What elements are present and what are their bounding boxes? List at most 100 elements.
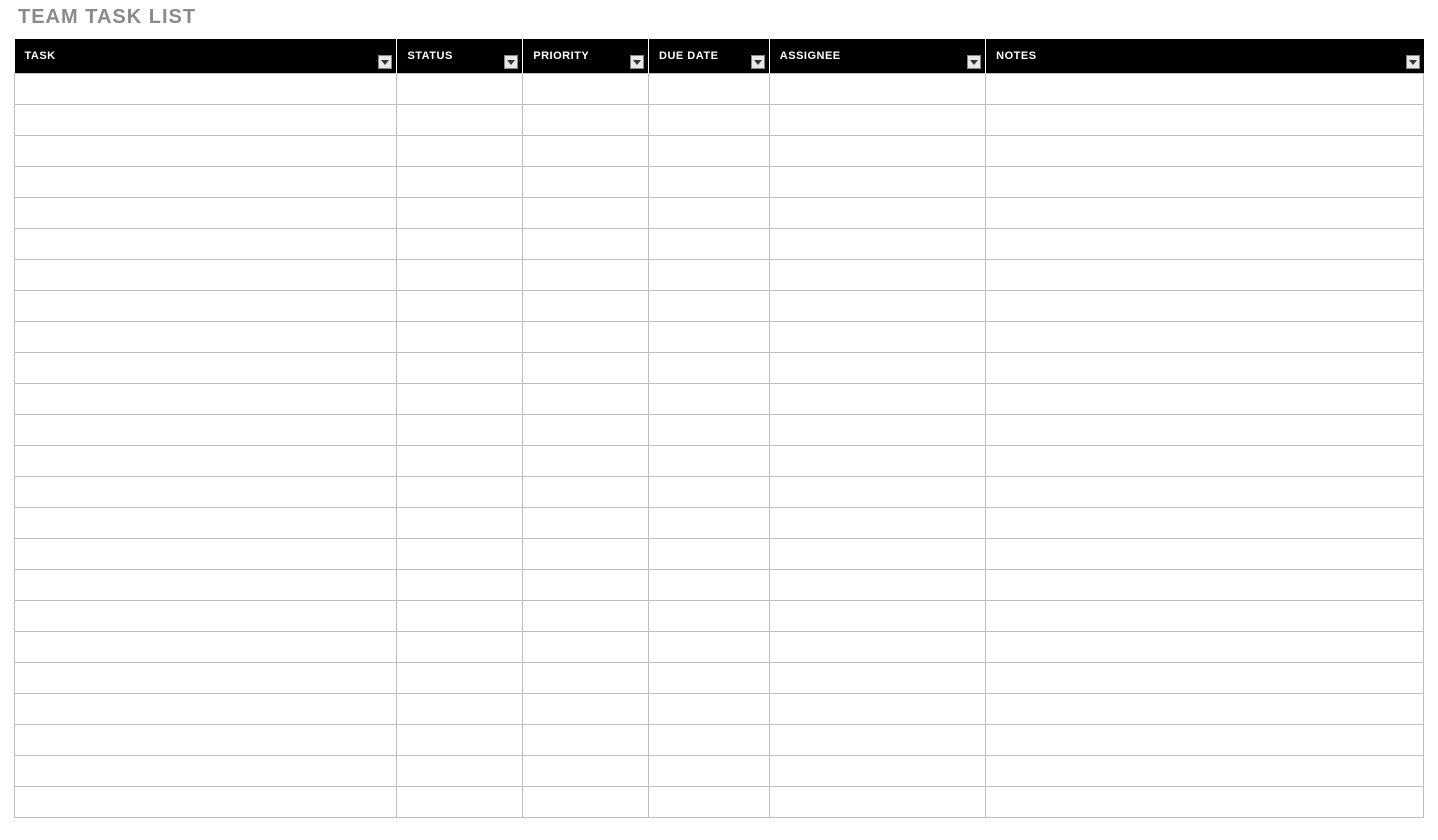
cell-status[interactable] <box>397 508 523 539</box>
cell-priority[interactable] <box>523 539 649 570</box>
cell-notes[interactable] <box>986 167 1424 198</box>
cell-duedate[interactable] <box>649 539 770 570</box>
cell-task[interactable] <box>15 105 397 136</box>
cell-duedate[interactable] <box>649 694 770 725</box>
cell-assignee[interactable] <box>769 291 985 322</box>
cell-status[interactable] <box>397 198 523 229</box>
cell-assignee[interactable] <box>769 508 985 539</box>
cell-priority[interactable] <box>523 446 649 477</box>
cell-priority[interactable] <box>523 632 649 663</box>
cell-task[interactable] <box>15 198 397 229</box>
cell-status[interactable] <box>397 694 523 725</box>
cell-duedate[interactable] <box>649 322 770 353</box>
cell-task[interactable] <box>15 570 397 601</box>
cell-duedate[interactable] <box>649 415 770 446</box>
cell-priority[interactable] <box>523 787 649 818</box>
cell-notes[interactable] <box>986 694 1424 725</box>
cell-duedate[interactable] <box>649 787 770 818</box>
cell-priority[interactable] <box>523 415 649 446</box>
cell-assignee[interactable] <box>769 167 985 198</box>
filter-button-assignee[interactable] <box>967 55 981 69</box>
cell-assignee[interactable] <box>769 539 985 570</box>
cell-status[interactable] <box>397 756 523 787</box>
cell-assignee[interactable] <box>769 260 985 291</box>
cell-assignee[interactable] <box>769 787 985 818</box>
cell-priority[interactable] <box>523 477 649 508</box>
cell-status[interactable] <box>397 384 523 415</box>
cell-task[interactable] <box>15 167 397 198</box>
cell-task[interactable] <box>15 694 397 725</box>
cell-priority[interactable] <box>523 384 649 415</box>
cell-task[interactable] <box>15 415 397 446</box>
cell-task[interactable] <box>15 632 397 663</box>
cell-task[interactable] <box>15 322 397 353</box>
cell-priority[interactable] <box>523 694 649 725</box>
cell-assignee[interactable] <box>769 756 985 787</box>
cell-status[interactable] <box>397 167 523 198</box>
cell-status[interactable] <box>397 260 523 291</box>
cell-assignee[interactable] <box>769 570 985 601</box>
cell-duedate[interactable] <box>649 508 770 539</box>
cell-task[interactable] <box>15 477 397 508</box>
cell-duedate[interactable] <box>649 632 770 663</box>
cell-duedate[interactable] <box>649 477 770 508</box>
cell-assignee[interactable] <box>769 322 985 353</box>
cell-task[interactable] <box>15 663 397 694</box>
cell-assignee[interactable] <box>769 477 985 508</box>
cell-notes[interactable] <box>986 570 1424 601</box>
cell-task[interactable] <box>15 353 397 384</box>
cell-assignee[interactable] <box>769 74 985 105</box>
cell-duedate[interactable] <box>649 570 770 601</box>
filter-button-task[interactable] <box>378 55 392 69</box>
filter-button-priority[interactable] <box>630 55 644 69</box>
cell-notes[interactable] <box>986 260 1424 291</box>
cell-status[interactable] <box>397 415 523 446</box>
cell-duedate[interactable] <box>649 725 770 756</box>
cell-task[interactable] <box>15 446 397 477</box>
cell-status[interactable] <box>397 601 523 632</box>
cell-task[interactable] <box>15 136 397 167</box>
cell-status[interactable] <box>397 229 523 260</box>
cell-assignee[interactable] <box>769 415 985 446</box>
cell-assignee[interactable] <box>769 725 985 756</box>
cell-notes[interactable] <box>986 198 1424 229</box>
cell-notes[interactable] <box>986 632 1424 663</box>
cell-status[interactable] <box>397 353 523 384</box>
cell-status[interactable] <box>397 477 523 508</box>
cell-notes[interactable] <box>986 787 1424 818</box>
cell-task[interactable] <box>15 787 397 818</box>
cell-task[interactable] <box>15 539 397 570</box>
cell-status[interactable] <box>397 725 523 756</box>
cell-duedate[interactable] <box>649 601 770 632</box>
cell-duedate[interactable] <box>649 198 770 229</box>
cell-priority[interactable] <box>523 570 649 601</box>
cell-assignee[interactable] <box>769 601 985 632</box>
cell-duedate[interactable] <box>649 291 770 322</box>
cell-duedate[interactable] <box>649 74 770 105</box>
cell-notes[interactable] <box>986 477 1424 508</box>
cell-notes[interactable] <box>986 725 1424 756</box>
cell-notes[interactable] <box>986 601 1424 632</box>
cell-status[interactable] <box>397 291 523 322</box>
cell-task[interactable] <box>15 384 397 415</box>
cell-priority[interactable] <box>523 229 649 260</box>
cell-priority[interactable] <box>523 663 649 694</box>
cell-notes[interactable] <box>986 74 1424 105</box>
cell-status[interactable] <box>397 632 523 663</box>
cell-priority[interactable] <box>523 105 649 136</box>
cell-assignee[interactable] <box>769 694 985 725</box>
cell-notes[interactable] <box>986 384 1424 415</box>
cell-priority[interactable] <box>523 198 649 229</box>
cell-priority[interactable] <box>523 725 649 756</box>
cell-assignee[interactable] <box>769 353 985 384</box>
cell-task[interactable] <box>15 291 397 322</box>
cell-duedate[interactable] <box>649 136 770 167</box>
cell-task[interactable] <box>15 756 397 787</box>
cell-priority[interactable] <box>523 74 649 105</box>
cell-status[interactable] <box>397 136 523 167</box>
cell-notes[interactable] <box>986 353 1424 384</box>
cell-task[interactable] <box>15 260 397 291</box>
cell-priority[interactable] <box>523 291 649 322</box>
cell-assignee[interactable] <box>769 198 985 229</box>
cell-duedate[interactable] <box>649 353 770 384</box>
